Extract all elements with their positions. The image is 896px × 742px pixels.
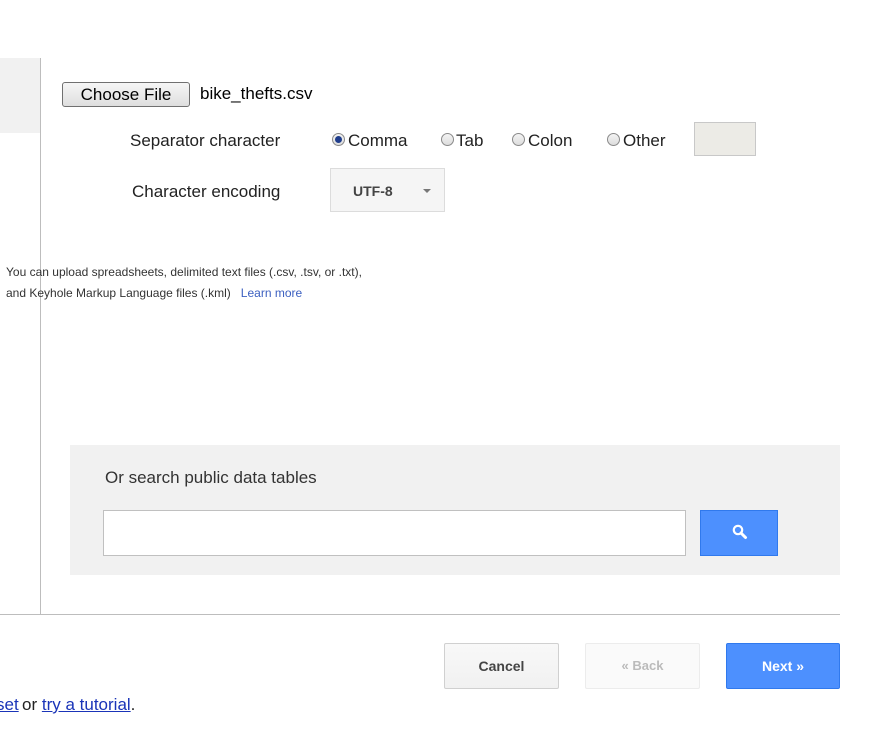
radio-tab-label[interactable]: Tab	[456, 131, 483, 151]
radio-other-label[interactable]: Other	[623, 131, 666, 151]
encoding-select[interactable]: UTF-8	[330, 168, 445, 212]
footer-period: .	[130, 695, 136, 714]
radio-other[interactable]	[607, 133, 620, 146]
other-separator-input[interactable]	[694, 122, 756, 156]
vertical-divider	[40, 58, 41, 614]
search-button[interactable]	[700, 510, 778, 556]
search-input[interactable]	[103, 510, 686, 556]
try-tutorial-link[interactable]: try a tutorial	[42, 695, 131, 714]
separator-label: Separator character	[130, 131, 281, 150]
footer-text: set or try a tutorial.	[0, 695, 135, 715]
search-title: Or search public data tables	[105, 468, 317, 487]
help-line-2: and Keyhole Markup Language files (.kml)	[6, 286, 231, 300]
radio-comma-label[interactable]: Comma	[348, 131, 408, 151]
horizontal-divider	[0, 614, 840, 615]
public-search-panel: Or search public data tables	[70, 445, 840, 575]
help-line-1: You can upload spreadsheets, delimited t…	[6, 265, 362, 279]
footer-link-partial[interactable]: set	[0, 695, 19, 715]
next-button[interactable]: Next »	[726, 643, 840, 689]
radio-tab[interactable]	[441, 133, 454, 146]
cancel-button[interactable]: Cancel	[444, 643, 559, 689]
chevron-down-icon	[423, 189, 431, 193]
encoding-value: UTF-8	[353, 183, 393, 199]
search-icon	[732, 524, 747, 539]
selected-file-name: bike_thefts.csv	[200, 84, 313, 103]
radio-colon[interactable]	[512, 133, 525, 146]
sidebar-strip	[0, 58, 40, 133]
help-text: You can upload spreadsheets, delimited t…	[6, 262, 362, 304]
encoding-label: Character encoding	[132, 182, 281, 201]
learn-more-link[interactable]: Learn more	[241, 286, 302, 300]
choose-file-button[interactable]: Choose File	[62, 82, 190, 107]
footer-or: or	[22, 695, 38, 714]
radio-colon-label[interactable]: Colon	[528, 131, 572, 151]
back-button[interactable]: « Back	[585, 643, 700, 689]
radio-comma[interactable]	[332, 133, 345, 146]
